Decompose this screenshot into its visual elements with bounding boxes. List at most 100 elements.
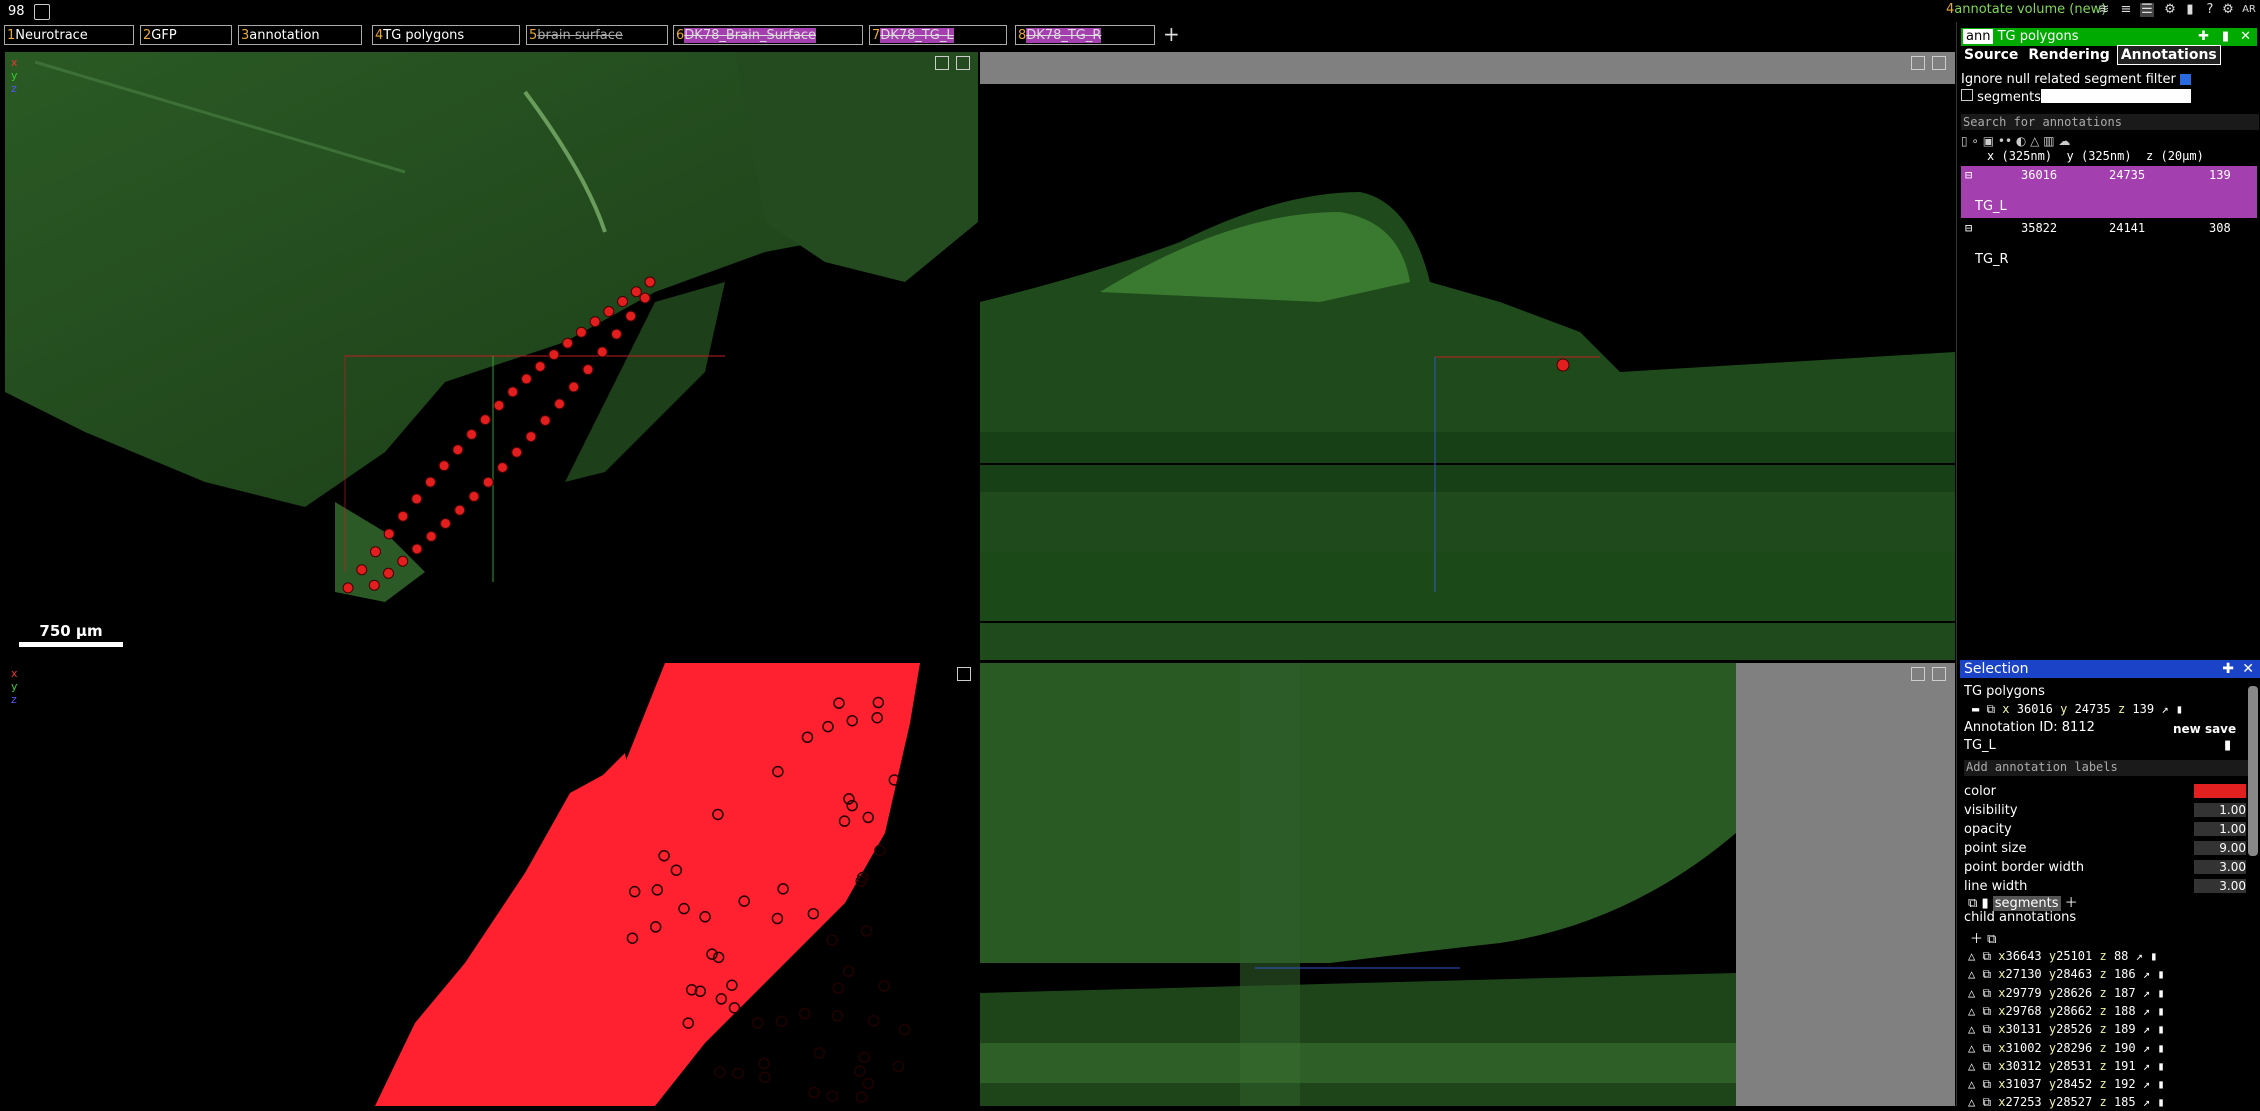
layers-icon[interactable]: ≋ [2097,3,2111,17]
child-annotation-row[interactable]: △ ⧉ x27130 y28463 z 186 ↗ ▮ [1968,966,2248,983]
viewer-panel-xy[interactable]: xyz 750 µm [5,52,978,660]
add-icon[interactable]: ＋ [2065,896,2078,911]
panel-icon[interactable]: ☰ [2140,3,2154,17]
layer-tab-4[interactable]: 4TG polygons [372,25,520,45]
copy-icon[interactable]: ⧉ [1982,1022,1991,1036]
gear-icon[interactable]: ⚙ [2221,3,2235,17]
child-annotation-row[interactable]: △ ⧉ x29779 y28626 z 187 ↗ ▮ [1968,985,2248,1002]
prop-value[interactable]: 3.00 [2194,860,2246,874]
settings-sliders-icon[interactable]: ⚙ [2163,3,2177,17]
child-annotation-row[interactable]: △ ⧉ x30312 y28531 z 191 ↗ ▮ [1968,1058,2248,1075]
child-annotation-row[interactable]: △ ⧉ x29768 y28662 z 188 ↗ ▮ [1968,1003,2248,1020]
child-annotation-row[interactable]: △ ⧉ x30131 y28526 z 189 ↗ ▮ [1968,1021,2248,1038]
child-annotation-row[interactable]: △ ⧉ x31002 y28296 z 190 ↗ ▮ [1968,1040,2248,1057]
layout-icon[interactable] [1932,667,1946,681]
delete-icon[interactable]: ▮ [2157,1041,2164,1055]
maximize-icon[interactable] [1911,56,1925,70]
go-to-icon[interactable]: ↗ [2143,1077,2150,1091]
copy-icon[interactable]: ⧉ [1982,1004,1991,1018]
copy-icon[interactable]: ⧉ [1982,986,1991,1000]
delete-icon[interactable]: ▮ [2150,949,2157,963]
layer-tab-8[interactable]: 8DK78_TG_R [1015,25,1155,45]
tab-rendering[interactable]: Rendering [2025,46,2112,64]
expand-icon[interactable]: ⊟ [1965,221,1972,235]
layer-tab-6[interactable]: 6DK78_Brain_Surface [673,25,863,45]
polygon-icon[interactable]: ▬ [1972,702,1979,716]
layer-name[interactable]: TG polygons [1998,29,2079,44]
prop-value[interactable]: 1.00 [2194,803,2246,817]
segments-checkbox[interactable] [1961,89,1973,101]
user-icon[interactable]: AR [2240,3,2258,17]
maximize-icon[interactable] [1911,667,1925,681]
layout-icon[interactable] [956,56,970,70]
prop-value[interactable]: 3.00 [2194,879,2246,893]
delete-icon[interactable]: ▮ [2176,702,2183,716]
delete-icon[interactable]: ▮ [2157,1022,2164,1036]
pin-icon[interactable]: ✚ [2222,660,2234,678]
go-to-icon[interactable]: ↗ [2136,949,2143,963]
viewer-panel-xz[interactable] [980,52,1955,660]
maximize-icon[interactable] [935,56,949,70]
layer-tab-1[interactable]: 1Neurotrace [4,25,134,45]
layout-icon[interactable] [1932,56,1946,70]
delete-icon[interactable]: ▮ [2222,28,2229,46]
delete-icon[interactable]: ▮ [2157,967,2164,981]
delete-icon[interactable]: ▮ [2157,1095,2164,1109]
copy-icon[interactable]: ⧉ [1982,967,1991,981]
layer-tab-2[interactable]: 2GFP [140,25,232,45]
annotation-labels-input[interactable]: Add annotation labels [1964,760,2258,776]
save-icon[interactable]: ▮ [2183,3,2197,17]
copy-icon[interactable]: ⧉ [1968,896,1977,911]
annotation-description[interactable]: TG_L [1964,738,1996,753]
delete-icon[interactable]: ▮ [2157,986,2164,1000]
delete-icon[interactable]: ▮ [2157,1059,2164,1073]
close-icon[interactable]: ✕ [2242,660,2254,678]
annotate-volume-label[interactable]: 4annotate volume (new) [1946,2,2106,17]
list-icon[interactable]: ≡ [2119,3,2133,17]
go-to-icon[interactable]: ↗ [2143,1041,2150,1055]
go-to-icon[interactable]: ↗ [2143,986,2150,1000]
copy-icon[interactable] [34,4,50,20]
add-icon[interactable]: ＋ [1970,932,1983,947]
prop-value[interactable]: 1.00 [2194,822,2246,836]
annotation-search-input[interactable]: Search for annotations [1961,114,2259,130]
copy-icon[interactable]: ⧉ [1987,932,1996,947]
delete-icon[interactable]: ▮ [2157,1004,2164,1018]
delete-icon[interactable]: ▮ [2224,738,2231,753]
tab-annotations[interactable]: Annotations [2117,45,2221,65]
go-to-icon[interactable]: ↗ [2143,1095,2150,1109]
segments-dropdown[interactable] [2041,89,2191,103]
go-to-icon[interactable]: ↗ [2143,1059,2150,1073]
close-icon[interactable]: ✕ [2240,28,2251,46]
new-save-button[interactable]: new save [2173,722,2236,736]
copy-icon[interactable]: ⧉ [1982,949,1991,963]
color-swatch[interactable] [2194,784,2246,798]
delete-icon[interactable]: ▮ [1981,896,1988,911]
go-to-icon[interactable]: ↗ [2143,1004,2150,1018]
annotation-row[interactable]: ⊟ 35822 24141 308 TG_R [1961,219,2257,271]
viewer-panel-yz[interactable] [980,663,1955,1106]
add-layer-button[interactable]: + [1163,22,1180,46]
pin-icon[interactable]: ✚ [2198,28,2209,46]
maximize-icon[interactable] [957,667,971,681]
delete-icon[interactable]: ▮ [2157,1077,2164,1091]
go-to-icon[interactable]: ↗ [2143,1022,2150,1036]
tab-source[interactable]: Source [1961,46,2021,64]
prop-value[interactable]: 9.00 [2194,841,2246,855]
go-to-icon[interactable]: ↗ [2143,967,2150,981]
copy-icon[interactable]: ⧉ [1982,1041,1991,1055]
child-annotation-row[interactable]: △ ⧉ x31037 y28452 z 192 ↗ ▮ [1968,1076,2248,1093]
layer-tab-3[interactable]: 3annotation [238,25,362,45]
copy-icon[interactable]: ⧉ [1982,1095,1991,1109]
layer-tab-7[interactable]: 7DK78_TG_L [869,25,1007,45]
expand-icon[interactable]: ⊟ [1965,168,1972,182]
filter-checkbox[interactable] [2180,74,2191,85]
annotation-row[interactable]: ⊟ 36016 24735 139 TG_L [1961,166,2257,218]
viewer-panel-3d[interactable]: xyz [5,663,978,1106]
scrollbar[interactable] [2248,686,2258,856]
layer-tab-5[interactable]: 5brain surface [526,25,668,45]
child-annotation-row[interactable]: △ ⧉ x36643 y25101 z 88 ↗ ▮ [1968,948,2248,965]
help-icon[interactable]: ? [2203,3,2217,17]
go-to-icon[interactable]: ↗ [2161,702,2168,716]
segments-button[interactable]: segments [1993,896,2061,911]
